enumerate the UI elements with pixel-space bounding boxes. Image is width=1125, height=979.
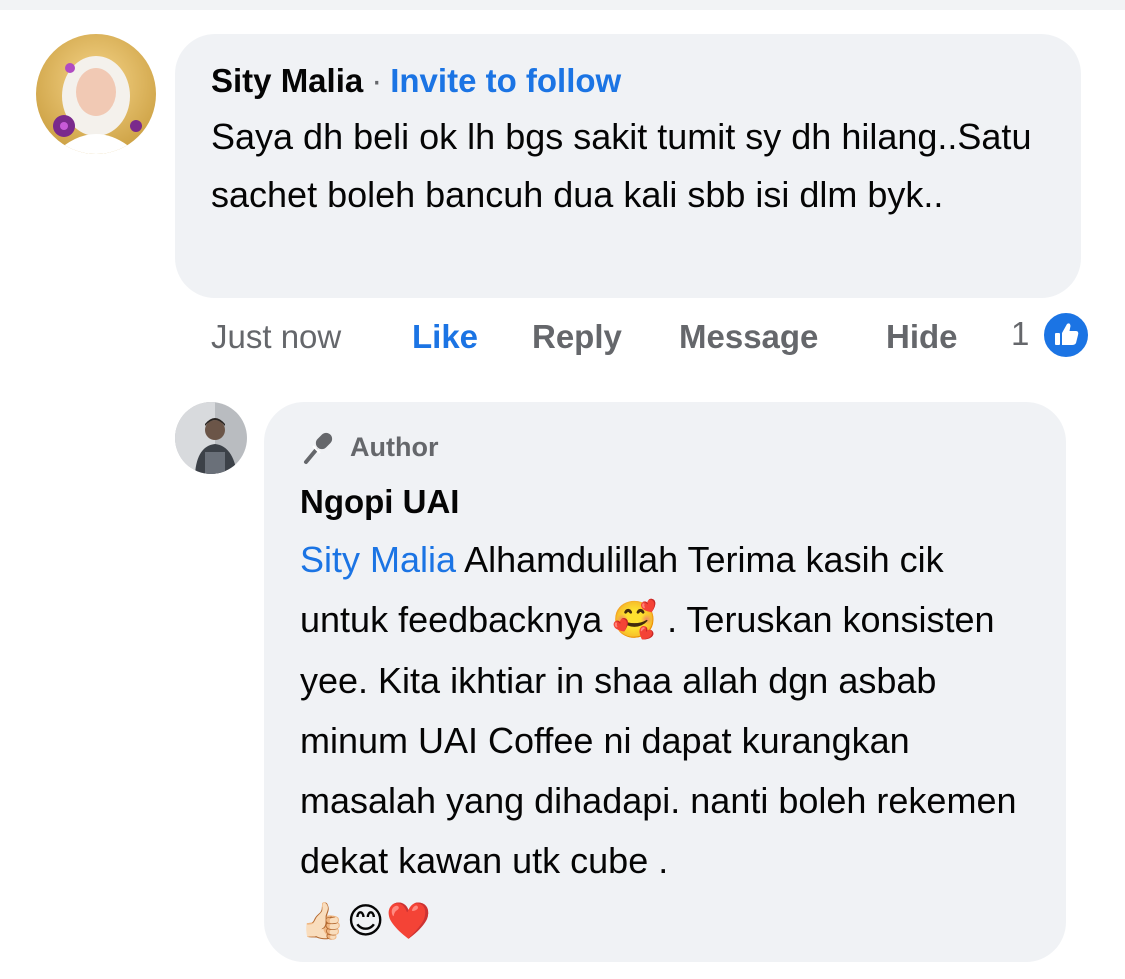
- reply-author-name[interactable]: Ngopi UAI: [300, 482, 1030, 522]
- invite-to-follow-link[interactable]: Invite to follow: [390, 62, 621, 99]
- hide-button[interactable]: Hide: [886, 318, 958, 356]
- avatar[interactable]: [36, 34, 156, 154]
- smiling-hearts-emoji: 🥰: [612, 600, 658, 641]
- comment-header: Sity Malia · Invite to follow: [211, 60, 1045, 102]
- author-badge: Author: [300, 426, 1030, 468]
- reply-text: Sity Malia Alhamdulillah Terima kasih ci…: [300, 530, 1030, 891]
- author-avatar-photo: [175, 402, 247, 474]
- avatar-photo: [36, 34, 156, 154]
- heart-emoji: ❤️: [386, 901, 432, 942]
- comment-author-name[interactable]: Sity Malia: [211, 62, 363, 99]
- reply-button[interactable]: Reply: [532, 318, 622, 356]
- like-icon[interactable]: [1041, 310, 1091, 360]
- reply-emoji-row: 👍🏻 😊 ❤️: [300, 893, 1030, 949]
- smile-emoji: 😊: [346, 900, 385, 942]
- microphone-icon: [300, 428, 338, 466]
- author-avatar[interactable]: [175, 402, 247, 474]
- comment-timestamp[interactable]: Just now: [211, 318, 341, 356]
- like-button[interactable]: Like: [412, 318, 478, 356]
- message-button[interactable]: Message: [679, 318, 818, 356]
- mention-link[interactable]: Sity Malia: [300, 539, 456, 580]
- reply-bubble: Author Ngopi UAI Sity Malia Alhamdulilla…: [264, 402, 1066, 962]
- comment-bubble: Sity Malia · Invite to follow Saya dh beli…: [175, 34, 1081, 298]
- separator-dot: ·: [371, 62, 383, 99]
- reaction-count[interactable]: 1: [1011, 315, 1029, 353]
- author-badge-label: Author: [350, 431, 439, 462]
- thumbs-up-emoji: 👍🏻: [300, 901, 345, 942]
- comment-actions: Just now Like Reply Message Hide 1: [211, 310, 1091, 360]
- reply-text-part2: . Teruskan konsisten yee. Kita ikhtiar i…: [300, 599, 1017, 881]
- comment-text: Saya dh beli ok lh bgs sakit tumit sy dh…: [211, 116, 1032, 215]
- top-strip: [0, 0, 1125, 10]
